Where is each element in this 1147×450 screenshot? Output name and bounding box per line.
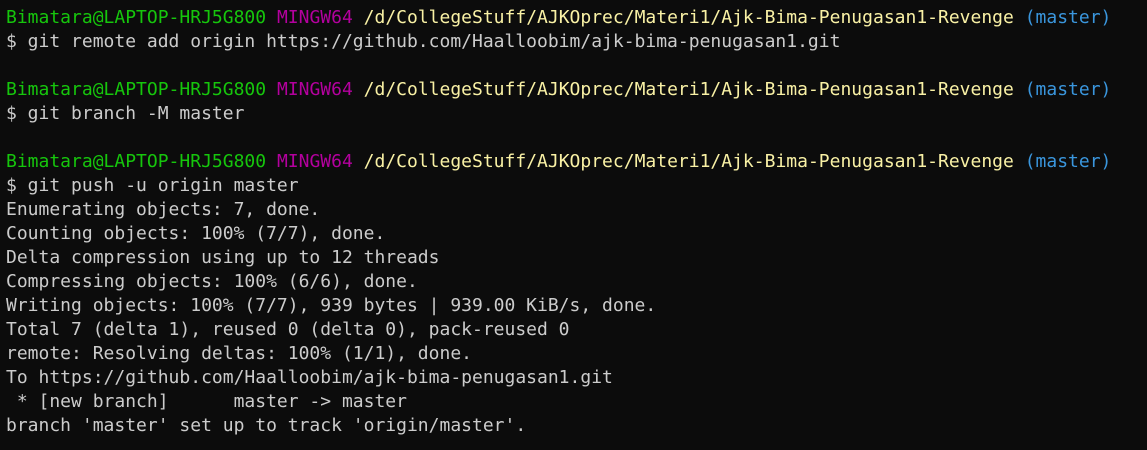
output-line: Writing objects: 100% (7/7), 939 bytes |… <box>6 295 657 316</box>
prompt-system: MINGW64 <box>276 79 353 100</box>
output-line: Delta compression using up to 12 threads <box>6 247 440 268</box>
output-line: To https://github.com/Haalloobim/ajk-bim… <box>6 367 613 388</box>
prompt-line: Bimatara@LAPTOP-HRJ5G800 MINGW64 /d/Coll… <box>6 6 1147 30</box>
prompt-user-host: Bimatara@LAPTOP-HRJ5G800 <box>6 7 267 28</box>
output-line: Total 7 (delta 1), reused 0 (delta 0), p… <box>6 319 570 340</box>
command-line: $ git push -u origin master <box>6 175 299 196</box>
output-line: * [new branch] master -> master <box>6 391 407 412</box>
prompt-user-host: Bimatara@LAPTOP-HRJ5G800 <box>6 151 267 172</box>
output-line: remote: Resolving deltas: 100% (1/1), do… <box>6 343 472 364</box>
command-line: $ git branch -M master <box>6 103 245 124</box>
prompt-branch: (master) <box>1024 151 1112 172</box>
output-line: Counting objects: 100% (7/7), done. <box>6 223 386 244</box>
prompt-branch: (master) <box>1024 7 1112 28</box>
prompt-line: Bimatara@LAPTOP-HRJ5G800 MINGW64 /d/Coll… <box>6 150 1147 174</box>
prompt-path: /d/CollegeStuff/AJKOprec/Materi1/Ajk-Bim… <box>363 151 1014 172</box>
prompt-system: MINGW64 <box>276 151 353 172</box>
prompt-branch: (master) <box>1024 79 1112 100</box>
prompt-line: Bimatara@LAPTOP-HRJ5G800 MINGW64 /d/Coll… <box>6 78 1147 102</box>
output-line: Enumerating objects: 7, done. <box>6 199 321 220</box>
prompt-path: /d/CollegeStuff/AJKOprec/Materi1/Ajk-Bim… <box>363 7 1014 28</box>
prompt-path: /d/CollegeStuff/AJKOprec/Materi1/Ajk-Bim… <box>363 79 1014 100</box>
terminal-window[interactable]: Bimatara@LAPTOP-HRJ5G800 MINGW64 /d/Coll… <box>0 0 1147 450</box>
command-line: $ git remote add origin https://github.c… <box>6 31 841 52</box>
prompt-user-host: Bimatara@LAPTOP-HRJ5G800 <box>6 79 267 100</box>
output-line: branch 'master' set up to track 'origin/… <box>6 415 527 436</box>
output-line: Compressing objects: 100% (6/6), done. <box>6 271 418 292</box>
prompt-system: MINGW64 <box>276 7 353 28</box>
